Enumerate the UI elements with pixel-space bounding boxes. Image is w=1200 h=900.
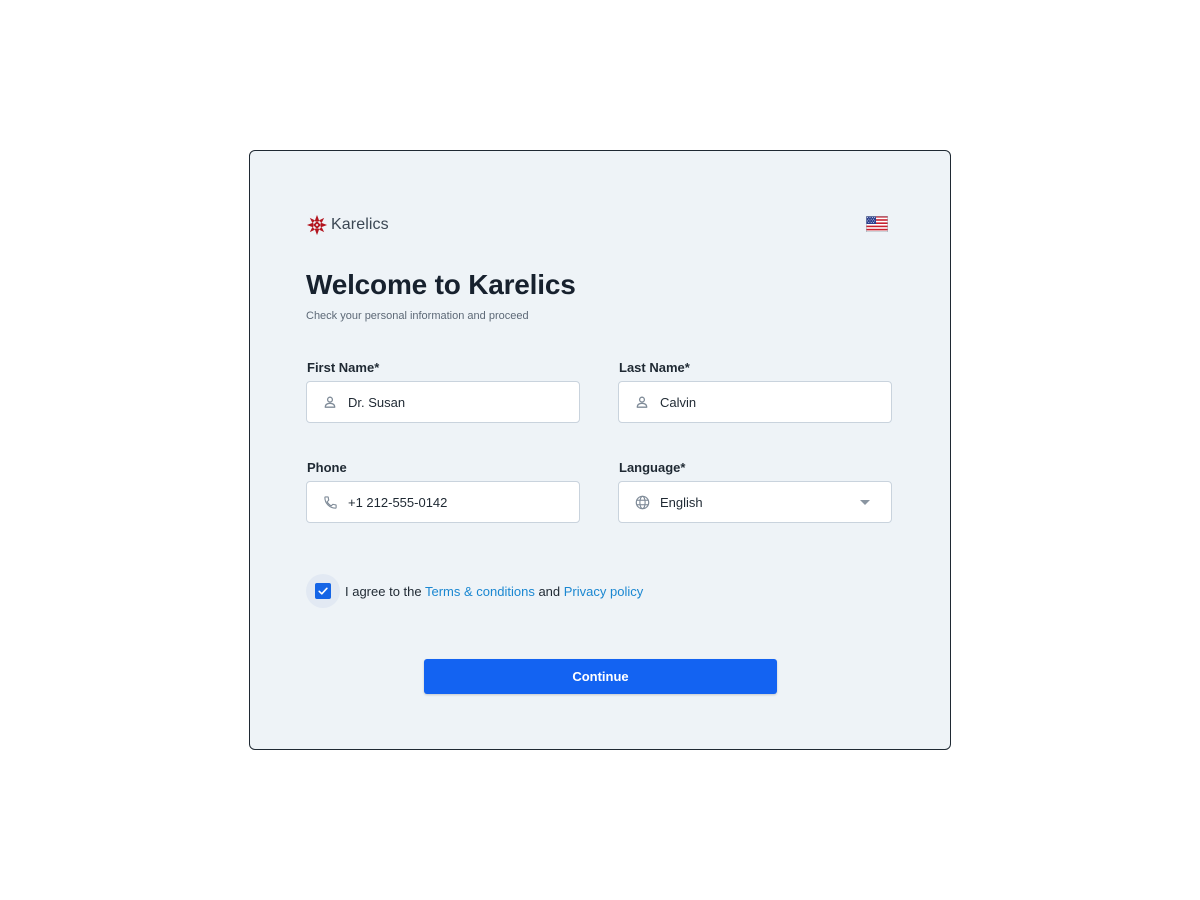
last-name-value: Calvin <box>660 394 697 410</box>
page-title: Welcome to Karelics <box>306 269 576 300</box>
karelics-star-logo-icon <box>306 214 328 236</box>
phone-label: Phone <box>307 460 347 475</box>
checkmark-icon <box>318 587 328 595</box>
welcome-card: Karelics Welcome to Karelics Check your … <box>249 150 951 750</box>
chevron-down-icon[interactable] <box>860 500 870 505</box>
first-name-value: Dr. Susan <box>348 394 406 410</box>
page-subtitle: Check your personal information and proc… <box>306 310 529 322</box>
language-selected-value: English <box>660 494 703 510</box>
agreement-text: I agree to the Terms & conditions and Pr… <box>345 584 643 599</box>
phone-field[interactable]: +1 212-555-0142 <box>306 481 580 523</box>
agreement-checkbox[interactable] <box>315 583 331 599</box>
brand-logo: Karelics <box>306 213 389 237</box>
person-icon <box>634 394 650 410</box>
phone-icon <box>322 494 338 510</box>
last-name-label: Last Name* <box>619 360 690 375</box>
language-select[interactable]: English <box>618 481 892 523</box>
continue-button[interactable]: Continue <box>424 659 777 694</box>
language-label: Language* <box>619 460 686 475</box>
us-flag-icon[interactable] <box>866 216 888 232</box>
first-name-field[interactable]: Dr. Susan <box>306 381 580 423</box>
phone-value: +1 212-555-0142 <box>348 494 448 510</box>
brand-name: Karelics <box>331 216 389 233</box>
agreement-row: I agree to the Terms & conditions and Pr… <box>306 574 643 608</box>
first-name-label: First Name* <box>307 360 380 375</box>
agreement-middle: and <box>534 583 564 599</box>
last-name-field[interactable]: Calvin <box>618 381 892 423</box>
privacy-link[interactable]: Privacy policy <box>564 584 643 599</box>
agreement-prefix: I agree to the <box>345 583 425 599</box>
person-icon <box>322 394 338 410</box>
globe-icon <box>634 494 650 510</box>
terms-link[interactable]: Terms & conditions <box>425 584 535 599</box>
agreement-checkbox-wrapper[interactable] <box>306 574 340 608</box>
